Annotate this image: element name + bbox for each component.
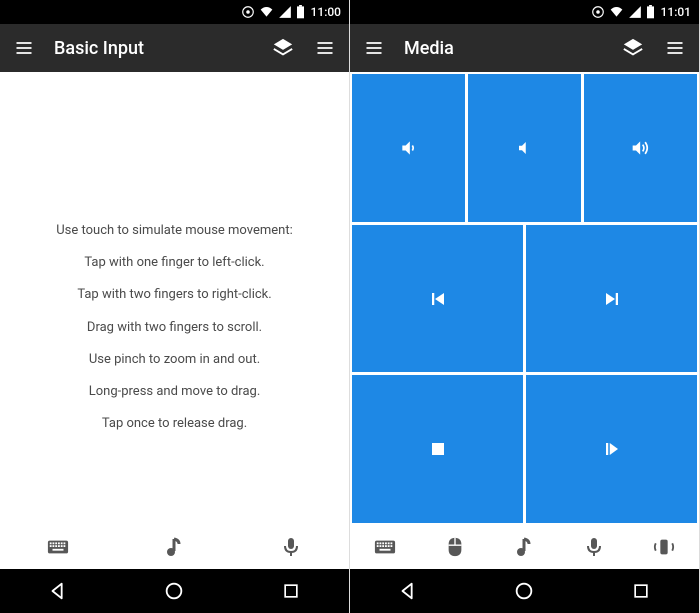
nav-home-button[interactable] (144, 569, 204, 613)
mic-icon[interactable] (580, 533, 608, 561)
target-icon (241, 5, 255, 19)
instructions: Use touch to simulate mouse movement: Ta… (0, 72, 349, 433)
status-clock: 11:00 (311, 5, 341, 19)
phone-ring-icon[interactable] (650, 533, 678, 561)
menu-button[interactable] (362, 36, 386, 60)
stop-button[interactable] (352, 375, 523, 523)
volume-mute-button[interactable] (468, 74, 581, 222)
layers-button[interactable] (621, 36, 645, 60)
signal-icon (628, 5, 642, 19)
touchpad-area[interactable]: Use touch to simulate mouse movement: Ta… (0, 72, 349, 525)
nav-recent-button[interactable] (261, 569, 321, 613)
volume-down-button[interactable] (352, 74, 465, 222)
app-title: Media (404, 38, 603, 59)
mouse-icon[interactable] (441, 533, 469, 561)
nav-bar (350, 569, 699, 613)
play-button[interactable] (526, 375, 697, 523)
instruction-line: Drag with two fingers to scroll. (20, 319, 329, 337)
nav-home-button[interactable] (494, 569, 554, 613)
previous-track-button[interactable] (352, 225, 523, 373)
status-bar: 11:01 (350, 0, 699, 24)
overflow-menu-button[interactable] (663, 36, 687, 60)
instruction-line: Long-press and move to drag. (20, 383, 329, 401)
status-bar: 11:00 (0, 0, 349, 24)
menu-button[interactable] (12, 36, 36, 60)
app-bar: Media (350, 24, 699, 72)
keyboard-icon[interactable] (44, 533, 72, 561)
app-bar: Basic Input (0, 24, 349, 72)
nav-bar (0, 569, 349, 613)
instruction-line: Tap once to release drag. (20, 415, 329, 433)
nav-back-button[interactable] (28, 569, 88, 613)
battery-icon (296, 5, 305, 19)
nav-recent-button[interactable] (611, 569, 671, 613)
status-clock: 11:01 (661, 5, 691, 19)
battery-icon (646, 5, 655, 19)
music-icon[interactable] (510, 533, 538, 561)
volume-up-button[interactable] (584, 74, 697, 222)
wifi-icon (609, 5, 624, 19)
bottom-toolbar (0, 525, 349, 569)
nav-back-button[interactable] (378, 569, 438, 613)
bottom-toolbar (350, 525, 699, 569)
layers-button[interactable] (271, 36, 295, 60)
instruction-line: Use touch to simulate mouse movement: (20, 222, 329, 240)
phone-left: 11:00 Basic Input Use touch to simulate … (0, 0, 350, 613)
app-title: Basic Input (54, 38, 253, 59)
wifi-icon (259, 5, 274, 19)
target-icon (591, 5, 605, 19)
keyboard-icon[interactable] (371, 533, 399, 561)
overflow-menu-button[interactable] (313, 36, 337, 60)
instruction-line: Tap with two fingers to right-click. (20, 286, 329, 304)
music-icon[interactable] (160, 533, 188, 561)
phone-right: 11:01 Media (350, 0, 700, 613)
next-track-button[interactable] (526, 225, 697, 373)
instruction-line: Use pinch to zoom in and out. (20, 351, 329, 369)
media-panel (350, 72, 699, 525)
instruction-line: Tap with one finger to left-click. (20, 254, 329, 272)
signal-icon (278, 5, 292, 19)
mic-icon[interactable] (277, 533, 305, 561)
